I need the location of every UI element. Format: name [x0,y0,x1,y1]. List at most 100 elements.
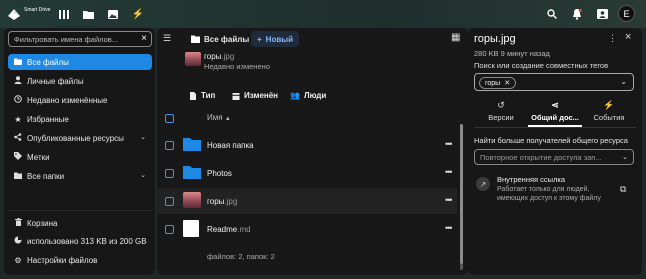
details-tabs: ↺ Версии ⋖ Общий дос... ⚡ События [474,100,636,128]
file-name[interactable]: Новая папка [207,141,254,150]
sidebar-item-recent[interactable]: Недавно изменённые [8,92,152,108]
folder-icon [14,172,22,181]
scrollbar-thumb[interactable] [460,124,463,264]
sidebar-item-favorites[interactable]: ★ Избранные [8,111,152,127]
copy-icon[interactable]: ⧉ [620,184,626,195]
table-row[interactable]: Readme.md ••• [157,216,457,242]
breadcrumb[interactable]: Все файлы [185,31,255,47]
toggle-sidebar-icon[interactable]: ☰ [163,33,171,44]
image-thumbnail [183,192,201,208]
contacts-icon[interactable] [595,7,609,21]
tab-activity[interactable]: ⚡ События [582,100,636,122]
new-button-label: Новый [265,34,294,44]
user-icon [14,76,22,86]
sidebar-item-label: Недавно изменённые [27,95,108,105]
folder-icon [183,166,201,179]
more-actions-icon[interactable]: ⋮ [608,33,617,44]
file-type-icon [190,91,196,100]
chevron-down-icon[interactable]: ⌄ [620,77,627,86]
filter-people-button[interactable]: 👥 Люди [290,91,326,100]
file-name[interactable]: Photos [207,169,232,178]
notifications-icon[interactable] [570,7,584,21]
chevron-down-icon[interactable]: ⌄ [140,171,146,179]
filter-type-button[interactable]: Тип [189,91,215,100]
user-avatar[interactable]: E [618,5,635,22]
divider [8,210,152,211]
table-row[interactable]: Новая папка ••• [157,132,457,158]
clock-icon [14,95,22,105]
more-actions-icon[interactable]: ••• [445,139,453,149]
sidebar-item-all-files[interactable]: Все файлы [8,54,152,70]
dashboard-icon[interactable] [57,7,71,21]
storage-usage[interactable]: использовано 313 KB из 200 GB [8,233,152,249]
more-actions-icon[interactable]: ••• [445,195,453,205]
people-icon: 👥 [290,91,300,100]
file-name[interactable]: Readme.md [207,225,251,234]
remove-tag-icon[interactable]: ✕ [504,79,510,87]
row-checkbox[interactable] [165,141,174,150]
sidebar-item-settings[interactable]: ⚙ Настройки файлов [8,252,152,268]
sidebar: Фильтровать имена файлов... × Все файлы … [4,28,155,275]
column-header-name[interactable]: Имя ▲ [207,113,231,122]
tags-input[interactable]: горы ✕ ⌄ [474,73,634,91]
sidebar-item-shared[interactable]: Опубликованные ресурсы ⌄ [8,130,152,146]
filter-input[interactable]: Фильтровать имена файлов... × [8,31,152,47]
activity-icon[interactable]: ⚡ [131,7,145,21]
recent-file-subtitle: Недавно изменено [204,62,270,71]
external-link-icon: ↗ [476,177,490,191]
filter-placeholder: Фильтровать имена файлов... [14,35,119,44]
recent-file-name[interactable]: горы.jpg [204,52,234,61]
select-all-checkbox[interactable] [165,114,174,123]
details-subtitle: 280 KB 9 минут назад [474,49,550,58]
tag-chip[interactable]: горы ✕ [479,77,517,89]
trash-icon [14,218,22,228]
sidebar-item-tags[interactable]: Метки [8,149,152,165]
share-search-placeholder: Повторное открытие доступа зап... [480,153,602,162]
photos-icon[interactable] [106,7,120,21]
sidebar-item-label: Метки [27,152,50,162]
folder-icon [14,58,22,67]
close-icon[interactable]: × [625,31,631,43]
recent-file-thumbnail[interactable] [185,52,201,66]
sidebar-item-label: Избранные [27,114,69,124]
calendar-icon [232,92,240,100]
tags-label: Поиск или создание совместных тегов [474,61,609,70]
pie-chart-icon [14,236,22,246]
sidebar-item-personal[interactable]: Личные файлы [8,73,152,89]
clear-filter-icon[interactable]: × [141,33,147,44]
files-icon[interactable] [81,7,95,21]
sidebar-item-label: Опубликованные ресурсы [27,133,124,143]
new-button[interactable]: + Новый [251,31,300,47]
tab-sharing[interactable]: ⋖ Общий дос... [528,100,582,122]
internal-link-title: Внутренняя ссылка [497,175,566,184]
details-title: горы.jpg [474,33,516,45]
row-checkbox[interactable] [165,197,174,206]
tag-icon [14,152,22,162]
more-actions-icon[interactable]: ••• [445,223,453,233]
gear-icon: ⚙ [14,255,22,265]
share-search-input[interactable]: Повторное открытие доступа зап... ⌄ [474,149,634,165]
row-checkbox[interactable] [165,169,174,178]
chevron-down-icon[interactable]: ⌄ [622,153,628,161]
table-row[interactable]: горы.jpg ••• [157,188,457,214]
top-bar: Smart Drive ⚡ E [0,0,646,28]
sidebar-item-all-folders[interactable]: Все папки ⌄ [8,168,152,184]
sidebar-item-trash[interactable]: Корзина [8,215,152,231]
more-actions-icon[interactable]: ••• [445,167,453,177]
row-checkbox[interactable] [165,225,174,234]
chevron-down-icon[interactable]: ⌄ [140,133,146,141]
details-panel: ▦ горы.jpg ⋮ × 280 KB 9 минут назад Поис… [451,28,642,275]
folder-icon [183,138,201,151]
filter-modified-button[interactable]: Изменён [232,91,278,100]
app-logo[interactable] [6,6,22,22]
divider [474,127,636,128]
table-row[interactable]: Photos ••• [157,160,457,186]
tab-versions[interactable]: ↺ Версии [474,100,528,122]
sidebar-item-label: Личные файлы [27,76,84,86]
search-icon[interactable] [545,7,559,21]
grid-view-icon[interactable]: ▦ [451,32,460,43]
star-icon: ★ [14,114,22,124]
file-name[interactable]: горы.jpg [207,197,237,206]
storage-usage-label: использовано 313 KB из 200 GB [27,236,147,246]
sort-asc-icon: ▲ [224,116,231,122]
